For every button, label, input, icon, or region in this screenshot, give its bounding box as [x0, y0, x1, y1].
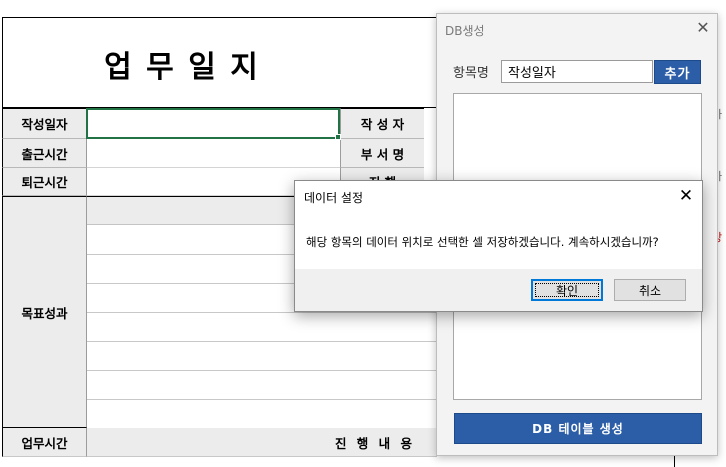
add-button[interactable]: 추가: [654, 60, 701, 84]
label-date: 작성일자: [2, 108, 87, 139]
fill-handle[interactable]: [335, 134, 341, 140]
label-checkin: 출근시간: [2, 139, 87, 168]
close-icon[interactable]: ✕: [675, 185, 697, 207]
field-label: 항목명: [453, 66, 489, 81]
label-work-hours: 업무시간: [2, 428, 87, 457]
create-table-button[interactable]: DB 테이블 생성: [454, 413, 702, 444]
label-work-content: 진 행 내 용: [87, 428, 437, 457]
row-divider: [87, 341, 437, 342]
dialog-message: 해당 항목의 데이터 위치로 선택한 셀 저장하겠습니다. 계속하시겠습니까?: [306, 235, 659, 249]
cancel-button[interactable]: 취소: [614, 279, 686, 301]
label-department: 부 서 명: [340, 139, 424, 168]
item-name-input[interactable]: [501, 60, 653, 83]
confirm-dialog: 데이터 설정 ✕ 해당 항목의 데이터 위치로 선택한 셀 저장하겠습니다. 계…: [294, 180, 703, 312]
label-goals: 목표성과: [2, 196, 87, 428]
label-checkout: 퇴근시간: [2, 168, 87, 196]
focus-ring: [535, 283, 599, 297]
ok-button[interactable]: 확인: [531, 279, 603, 301]
row-divider: [87, 312, 437, 313]
sheet-title: 업 무 일 지: [104, 50, 260, 85]
dialog-title: 데이터 설정: [304, 191, 364, 205]
label-author: 작 성 자: [340, 108, 424, 139]
selected-cell[interactable]: [86, 108, 340, 139]
row-divider: [87, 370, 437, 371]
cell-checkin[interactable]: [87, 139, 340, 168]
close-icon[interactable]: ✕: [693, 18, 713, 38]
db-panel-title: DB생성: [445, 24, 485, 38]
row-divider: [87, 399, 437, 400]
